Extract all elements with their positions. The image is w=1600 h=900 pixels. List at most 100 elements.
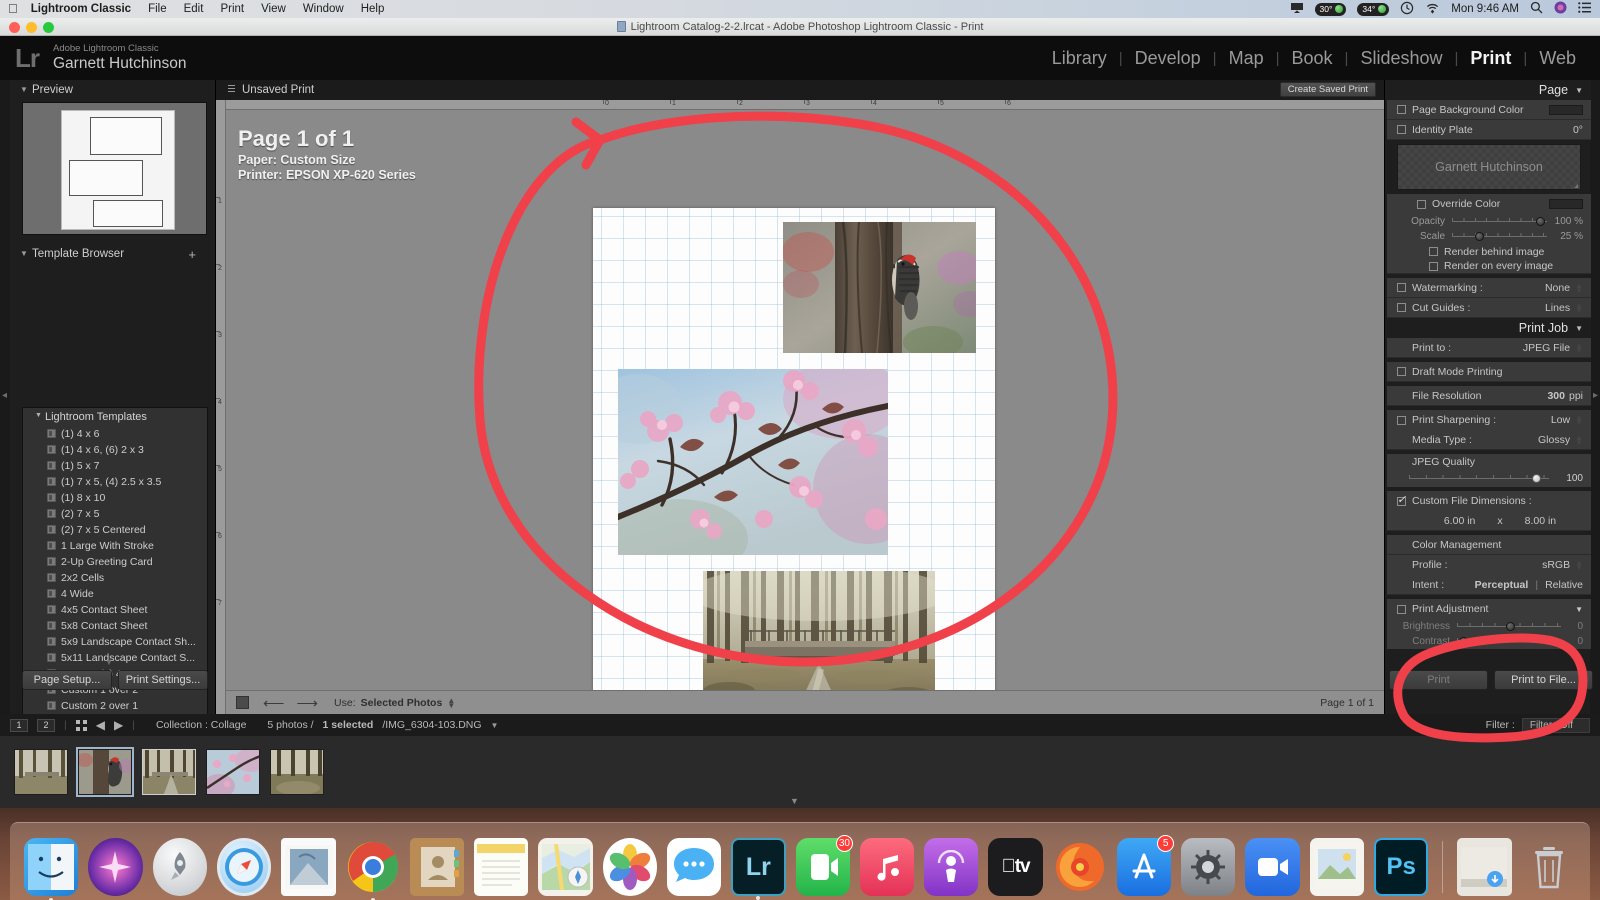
filmstrip-thumbnail[interactable] (206, 749, 260, 795)
airplay-display-icon[interactable] (1290, 2, 1304, 17)
messages-icon[interactable] (667, 838, 721, 896)
settings-icon[interactable] (1181, 838, 1235, 896)
scale-slider-knob[interactable] (1475, 232, 1484, 241)
photo-cell-woodpecker[interactable] (783, 222, 976, 353)
custom-file-dimensions-checkbox[interactable] (1397, 497, 1406, 506)
menu-lightroom-classic[interactable]: Lightroom Classic (31, 3, 131, 15)
brightness-slider-row[interactable]: Brightness 0 (1387, 619, 1591, 634)
override-color-checkbox[interactable] (1417, 200, 1426, 209)
custom-width-value[interactable]: 6.00 in (1444, 515, 1476, 527)
firefox-icon[interactable] (1053, 838, 1107, 896)
module-book[interactable]: Book (1280, 48, 1345, 69)
scale-slider-row[interactable]: Scale 25 % (1387, 229, 1591, 244)
launchpad-icon[interactable] (153, 838, 207, 896)
intent-relative-option[interactable]: Relative (1545, 579, 1583, 591)
media-type-value[interactable]: Glossy (1538, 434, 1570, 446)
print-job-section-header[interactable]: Print Job ▼ (1387, 318, 1591, 338)
filmstrip[interactable]: ▼ (0, 736, 1600, 808)
draft-mode-printing-row[interactable]: Draft Mode Printing (1387, 362, 1591, 382)
page-section-header[interactable]: Page ▼ (1387, 80, 1591, 100)
opacity-slider-track[interactable] (1452, 216, 1547, 227)
override-color-swatch[interactable] (1549, 199, 1583, 209)
filter-dropdown[interactable]: Filters Off (1522, 718, 1590, 733)
template-item[interactable]: 5x8 Contact Sheet (23, 618, 207, 634)
render-behind-image-checkbox[interactable] (1429, 247, 1438, 256)
screen-2-button[interactable]: 2 (37, 719, 55, 732)
file-resolution-row[interactable]: File Resolution 300 ppi (1387, 386, 1591, 406)
battery-status-2[interactable]: 34° (1357, 3, 1389, 16)
print-to-file-button[interactable]: Print to File... (1494, 670, 1593, 690)
collection-label[interactable]: Collection : Collage (156, 719, 246, 731)
contrast-slider-knob[interactable] (1459, 637, 1468, 646)
module-library[interactable]: Library (1040, 48, 1119, 69)
menu-view[interactable]: View (261, 3, 286, 15)
opacity-slider-knob[interactable] (1536, 217, 1545, 226)
print-adjustment-row[interactable]: Print Adjustment ▼ (1387, 599, 1591, 619)
time-machine-icon[interactable] (1400, 1, 1414, 18)
jpeg-quality-slider-knob[interactable] (1532, 474, 1541, 483)
media-type-stepper-icon[interactable]: ▲▼ (1575, 435, 1583, 445)
cut-guides-row[interactable]: Cut Guides : Lines ▲▼ (1387, 298, 1591, 318)
maps-icon[interactable] (538, 838, 592, 896)
right-panel-collapse-strip[interactable]: ▸ (1590, 80, 1600, 714)
battery-status-1[interactable]: 30° (1315, 3, 1347, 16)
apple-menu-icon[interactable]:  (8, 1, 18, 16)
contrast-slider-row[interactable]: Contrast 0 (1387, 634, 1591, 649)
template-item[interactable]: (1) 8 x 10 (23, 490, 207, 506)
render-behind-image-row[interactable]: Render behind image (1387, 244, 1591, 259)
template-item[interactable]: 4 Wide (23, 586, 207, 602)
file-resolution-value[interactable]: 300 (1547, 390, 1565, 402)
menu-edit[interactable]: Edit (184, 3, 204, 15)
appstore-icon[interactable]: 5 (1117, 838, 1171, 896)
window-controls[interactable] (9, 22, 54, 33)
notes-icon[interactable] (474, 838, 528, 896)
intent-row[interactable]: Intent : Perceptual | Relative (1387, 575, 1591, 595)
siri-icon[interactable] (1554, 1, 1567, 17)
trash-icon[interactable] (1522, 838, 1576, 896)
minimize-window-button[interactable] (26, 22, 37, 33)
print-button[interactable]: Print (1389, 670, 1488, 690)
downloads-stack-icon[interactable] (1457, 838, 1511, 896)
print-to-stepper-icon[interactable]: ▲▼ (1575, 343, 1583, 353)
lightroom-icon[interactable]: Lr (731, 838, 786, 896)
maximize-window-button[interactable] (43, 22, 54, 33)
identity-plate-checkbox[interactable] (1397, 125, 1406, 134)
print-to-row[interactable]: Print to : JPEG File ▲▼ (1387, 338, 1591, 358)
filmstrip-thumbnail[interactable] (78, 749, 132, 795)
media-type-row[interactable]: Media Type : Glossy ▲▼ (1387, 430, 1591, 450)
template-item[interactable]: 1 Large With Stroke (23, 538, 207, 554)
template-item[interactable]: (2) 7 x 5 (23, 506, 207, 522)
cut-guides-stepper-icon[interactable]: ▲▼ (1575, 303, 1583, 313)
search-icon[interactable] (1530, 1, 1543, 17)
podcasts-icon[interactable] (924, 838, 978, 896)
photos-icon[interactable] (603, 838, 657, 896)
template-browser-header[interactable]: ▼ Template Browser + (10, 244, 206, 264)
print-canvas[interactable]: Page 1 of 1 Paper: Custom Size Printer: … (226, 110, 1384, 690)
wifi-icon[interactable] (1425, 2, 1440, 17)
render-on-every-image-checkbox[interactable] (1429, 262, 1438, 271)
module-web[interactable]: Web (1527, 48, 1588, 69)
menu-file[interactable]: File (148, 3, 167, 15)
scale-slider-track[interactable] (1452, 231, 1547, 242)
chrome-icon[interactable] (346, 838, 400, 896)
print-sharpening-checkbox[interactable] (1397, 416, 1406, 425)
module-print[interactable]: Print (1458, 48, 1523, 69)
module-map[interactable]: Map (1217, 48, 1276, 69)
render-on-every-image-row[interactable]: Render on every image (1387, 259, 1591, 274)
identity-plate-header[interactable]: Adobe Lightroom Classic Garnett Hutchins… (53, 44, 187, 73)
jpeg-quality-slider-track[interactable] (1409, 473, 1549, 484)
page-background-color-checkbox[interactable] (1397, 105, 1406, 114)
mail-icon[interactable] (281, 838, 335, 896)
print-to-value[interactable]: JPEG File (1523, 342, 1570, 354)
cut-guides-checkbox[interactable] (1397, 303, 1406, 312)
template-group-lightroom[interactable]: ▼ Lightroom Templates (23, 408, 207, 426)
watermarking-stepper-icon[interactable]: ▲▼ (1575, 283, 1583, 293)
module-develop[interactable]: Develop (1123, 48, 1213, 69)
use-value[interactable]: Selected Photos (361, 697, 443, 709)
jpeg-quality-slider-row[interactable]: 100 (1387, 470, 1591, 487)
template-item[interactable]: 5x9 Landscape Contact Sh... (23, 634, 207, 650)
print-settings-button[interactable]: Print Settings... (118, 670, 208, 690)
template-item[interactable]: (2) 7 x 5 Centered (23, 522, 207, 538)
template-item[interactable]: (1) 7 x 5, (4) 2.5 x 3.5 (23, 474, 207, 490)
brightness-slider-knob[interactable] (1506, 622, 1515, 631)
